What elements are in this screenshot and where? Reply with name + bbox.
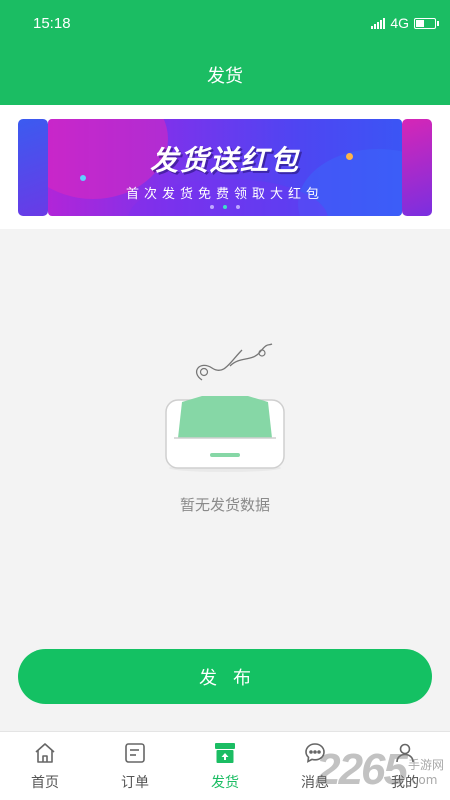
battery-icon xyxy=(414,17,439,29)
banner-slide[interactable]: 发货送红包 首次发货免费领取大红包 xyxy=(48,119,402,216)
tab-label: 发货 xyxy=(211,775,239,791)
tab-label: 我的 xyxy=(391,775,419,791)
banner-title: 发货送红包 xyxy=(149,144,300,177)
empty-state-message: 暂无发货数据 xyxy=(179,496,270,514)
page-title: 发货 xyxy=(207,66,243,87)
status-indicators: 4G xyxy=(371,15,439,31)
pager-dot[interactable] xyxy=(210,205,214,209)
status-time: 15:18 xyxy=(33,15,71,32)
tab-profile[interactable]: 我的 xyxy=(360,732,450,800)
tab-label: 首页 xyxy=(31,775,59,791)
tab-ship[interactable]: 发货 xyxy=(180,732,270,800)
bottom-tab-bar: 首页 订单 发货 消息 我的 xyxy=(0,731,450,800)
network-type: 4G xyxy=(390,15,409,31)
app-header: 发货 xyxy=(0,48,450,105)
tab-orders[interactable]: 订单 xyxy=(90,732,180,800)
tab-home[interactable]: 首页 xyxy=(0,732,90,800)
pager-dot-active[interactable] xyxy=(223,205,227,209)
order-icon xyxy=(125,743,145,763)
banner-prev-peek[interactable] xyxy=(18,119,48,216)
ship-icon xyxy=(215,743,235,763)
empty-inbox-icon xyxy=(160,342,290,474)
pager-dot[interactable] xyxy=(236,205,240,209)
banner-carousel: 发货送红包 首次发货免费领取大红包 xyxy=(0,105,450,229)
publish-button[interactable]: 发布 xyxy=(18,649,432,704)
message-icon xyxy=(305,743,325,763)
tab-label: 订单 xyxy=(121,775,149,791)
banner-subtitle: 首次发货免费领取大红包 xyxy=(125,187,324,202)
carousel-indicator xyxy=(48,205,402,209)
status-bar: 15:18 4G xyxy=(0,0,450,48)
tab-messages[interactable]: 消息 xyxy=(270,732,360,800)
home-icon xyxy=(35,743,55,763)
tab-label: 消息 xyxy=(301,775,329,791)
profile-icon xyxy=(396,743,414,763)
banner-next-peek[interactable] xyxy=(402,119,432,216)
signal-icon xyxy=(371,17,386,29)
